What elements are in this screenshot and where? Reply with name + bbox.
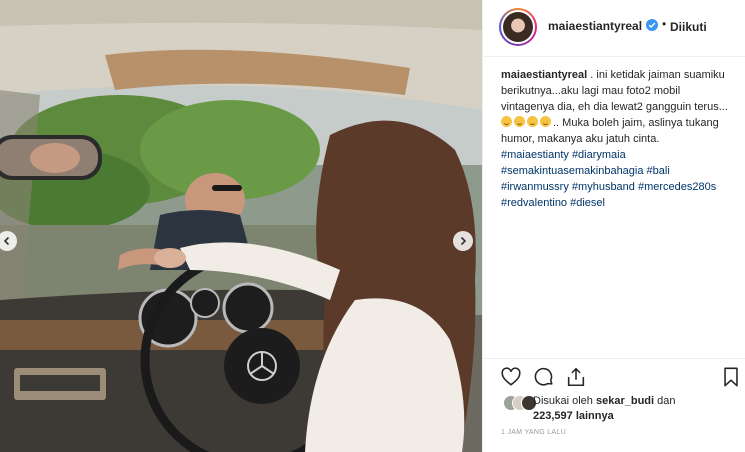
post-caption: maiaestiantyreal . ini ketidak jaiman su… xyxy=(501,67,733,211)
likes-suffix[interactable]: lainnya xyxy=(573,410,614,422)
post-timestamp[interactable]: 1 JAM YANG LALU xyxy=(501,429,566,436)
likes-count-link[interactable]: 223,597 xyxy=(533,410,573,422)
caption-username[interactable]: maiaestiantyreal xyxy=(501,69,587,81)
header-username[interactable]: maiaestiantyreal xyxy=(548,19,642,33)
post-photo[interactable] xyxy=(0,0,482,452)
comment-icon xyxy=(534,367,553,386)
verified-badge-icon xyxy=(646,19,658,31)
hashtag-link[interactable]: #myhusband xyxy=(572,181,635,193)
chevron-left-icon xyxy=(3,236,10,246)
heart-icon xyxy=(501,367,521,386)
save-button[interactable] xyxy=(720,366,742,388)
grinning-emoji-icon xyxy=(501,116,512,127)
share-button[interactable] xyxy=(565,366,587,388)
car-interior-photo xyxy=(0,0,482,452)
hashtag-link[interactable]: #diarymaia xyxy=(572,149,626,161)
hashtag-link[interactable]: #bali xyxy=(647,165,670,177)
post-side-panel: maiaestiantyreal • Diikuti maiaestiantyr… xyxy=(482,0,745,452)
hashtag-link[interactable]: #redvalentino xyxy=(501,197,567,209)
hashtag-link[interactable]: #maiaestianty xyxy=(501,149,569,161)
likes-summary: Disukai oleh sekar_budi dan 223,597 lain… xyxy=(533,394,676,424)
likes-connector: dan xyxy=(654,395,676,407)
avatar[interactable] xyxy=(501,10,535,44)
comment-button[interactable] xyxy=(533,366,555,388)
hashtag-link[interactable]: #diesel xyxy=(570,197,605,209)
like-button[interactable] xyxy=(500,366,522,388)
post-header: maiaestiantyreal • Diikuti xyxy=(483,0,745,57)
hashtag-link[interactable]: #semakintuasemakinbahagia xyxy=(501,165,643,177)
share-icon xyxy=(567,367,585,387)
hashtag-link[interactable]: #irwanmussry xyxy=(501,181,569,193)
chevron-right-icon xyxy=(460,236,467,246)
grinning-emoji-icon xyxy=(540,116,551,127)
first-liker-link[interactable]: sekar_budi xyxy=(596,395,654,407)
grinning-emoji-icon xyxy=(527,116,538,127)
bookmark-icon xyxy=(724,367,738,387)
likes-prefix: Disukai oleh xyxy=(533,395,596,407)
next-image-button[interactable] xyxy=(453,231,473,251)
following-status-button[interactable]: Diikuti xyxy=(670,20,707,34)
story-ring[interactable] xyxy=(499,8,537,46)
grinning-emoji-icon xyxy=(514,116,525,127)
hashtag-link[interactable]: #mercedes280s xyxy=(638,181,716,193)
post-actions-bar xyxy=(483,358,745,399)
header-separator: • xyxy=(662,17,667,31)
